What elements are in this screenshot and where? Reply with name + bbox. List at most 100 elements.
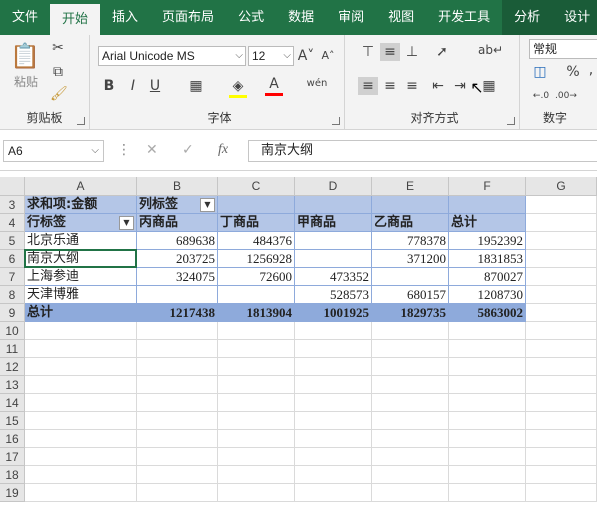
column-header-A[interactable]: A — [25, 177, 137, 196]
tab-review[interactable]: 审阅 — [326, 0, 376, 35]
column-header-D[interactable]: D — [295, 177, 372, 196]
increase-font-icon[interactable]: A˅ — [297, 47, 315, 65]
row-header-19[interactable]: 19 — [0, 484, 25, 502]
row-header-17[interactable]: 17 — [0, 448, 25, 466]
cell[interactable] — [295, 358, 372, 376]
cell[interactable] — [25, 394, 137, 412]
cell[interactable] — [526, 430, 597, 448]
cell[interactable] — [526, 448, 597, 466]
tab-developer[interactable]: 开发工具 — [426, 0, 502, 35]
font-name-select[interactable]: Arial Unicode MS ⌵ — [98, 46, 246, 66]
cell[interactable] — [526, 376, 597, 394]
tab-analyze[interactable]: 分析 — [502, 0, 553, 35]
cell[interactable] — [449, 340, 526, 358]
cell[interactable] — [295, 430, 372, 448]
cell[interactable] — [137, 430, 218, 448]
percent-button[interactable]: % — [565, 63, 581, 81]
pivot-row-item[interactable]: 天津博雅 — [25, 286, 137, 304]
cell[interactable] — [25, 448, 137, 466]
underline-button[interactable]: U — [147, 77, 163, 95]
cell[interactable] — [295, 394, 372, 412]
pivot-value[interactable]: 371200 — [372, 250, 449, 268]
cell[interactable] — [449, 358, 526, 376]
pivot-column-header[interactable]: 丁商品 — [218, 214, 295, 232]
font-color-icon[interactable]: A — [265, 75, 283, 96]
pivot-column-header[interactable]: 总计 — [449, 214, 526, 232]
copy-icon[interactable]: ⧉ — [50, 63, 66, 81]
row-header-3[interactable]: 3 — [0, 196, 25, 214]
pivot-value[interactable]: 324075 — [137, 268, 218, 286]
cell[interactable] — [449, 376, 526, 394]
cell[interactable] — [449, 430, 526, 448]
align-middle-icon[interactable]: ≡ — [380, 43, 400, 61]
cell[interactable] — [25, 322, 137, 340]
cell[interactable] — [526, 232, 597, 250]
cell[interactable] — [449, 394, 526, 412]
pivot-value[interactable]: 689638 — [137, 232, 218, 250]
name-box[interactable]: A6 ⌵ — [3, 140, 104, 162]
format-painter-icon[interactable]: 🖌 — [50, 85, 68, 103]
cell[interactable] — [218, 340, 295, 358]
cell[interactable] — [137, 466, 218, 484]
pivot-value[interactable]: 203725 — [137, 250, 218, 268]
cell[interactable] — [526, 250, 597, 268]
pivot-value[interactable]: 870027 — [449, 268, 526, 286]
number-format-select[interactable]: 常规 — [529, 39, 597, 59]
tab-insert[interactable]: 插入 — [100, 0, 150, 35]
pivot-grand-total-value[interactable]: 1813904 — [218, 304, 295, 322]
cell[interactable] — [218, 412, 295, 430]
insert-function-button[interactable]: fx — [218, 142, 228, 158]
column-header-F[interactable]: F — [449, 177, 526, 196]
cell[interactable] — [218, 466, 295, 484]
pivot-header-blank[interactable] — [295, 196, 372, 214]
currency-icon[interactable]: ◫ — [531, 63, 549, 81]
pivot-value[interactable]: 1256928 — [218, 250, 295, 268]
row-header-13[interactable]: 13 — [0, 376, 25, 394]
cell[interactable] — [25, 376, 137, 394]
cell[interactable] — [526, 214, 597, 232]
wrap-text-icon[interactable]: ab↵ — [478, 41, 503, 59]
row-header-18[interactable]: 18 — [0, 466, 25, 484]
pivot-grand-total-value[interactable]: 1829735 — [372, 304, 449, 322]
pivot-value[interactable]: 680157 — [372, 286, 449, 304]
pivot-value[interactable]: 1208730 — [449, 286, 526, 304]
cell[interactable] — [449, 484, 526, 502]
pivot-row-item[interactable]: 北京乐通 — [25, 232, 137, 250]
pivot-value[interactable]: 1831853 — [449, 250, 526, 268]
cell[interactable] — [295, 448, 372, 466]
pivot-value[interactable] — [372, 268, 449, 286]
cell[interactable] — [137, 358, 218, 376]
cell[interactable] — [137, 322, 218, 340]
pivot-value[interactable]: 484376 — [218, 232, 295, 250]
decrease-indent-icon[interactable]: ⇤ — [428, 77, 448, 95]
cell[interactable] — [25, 412, 137, 430]
cell[interactable] — [526, 394, 597, 412]
pivot-grand-total-value[interactable]: 1217438 — [137, 304, 218, 322]
pivot-value[interactable]: 473352 — [295, 268, 372, 286]
cell[interactable] — [526, 358, 597, 376]
row-header-15[interactable]: 15 — [0, 412, 25, 430]
cell[interactable] — [526, 196, 597, 214]
cell[interactable] — [449, 322, 526, 340]
cell[interactable] — [25, 430, 137, 448]
tab-file[interactable]: 文件 — [0, 0, 50, 35]
row-header-7[interactable]: 7 — [0, 268, 25, 286]
cell[interactable] — [372, 340, 449, 358]
cell[interactable] — [526, 412, 597, 430]
increase-decimal-icon[interactable]: ←.0 — [531, 87, 551, 105]
increase-indent-icon[interactable]: ⇥ — [450, 77, 470, 95]
pivot-value[interactable]: 528573 — [295, 286, 372, 304]
cell[interactable] — [295, 322, 372, 340]
row-header-6[interactable]: 6 — [0, 250, 25, 268]
formula-input[interactable]: 南京大纲 — [248, 140, 597, 162]
row-header-11[interactable]: 11 — [0, 340, 25, 358]
cell[interactable] — [137, 448, 218, 466]
cell[interactable] — [526, 322, 597, 340]
cell[interactable] — [449, 448, 526, 466]
pivot-grand-total-label[interactable]: 总计 — [25, 304, 137, 322]
cell[interactable] — [372, 448, 449, 466]
cell[interactable] — [218, 448, 295, 466]
bold-button[interactable]: B — [101, 77, 117, 95]
cell[interactable] — [295, 340, 372, 358]
pivot-header-blank[interactable] — [218, 196, 295, 214]
